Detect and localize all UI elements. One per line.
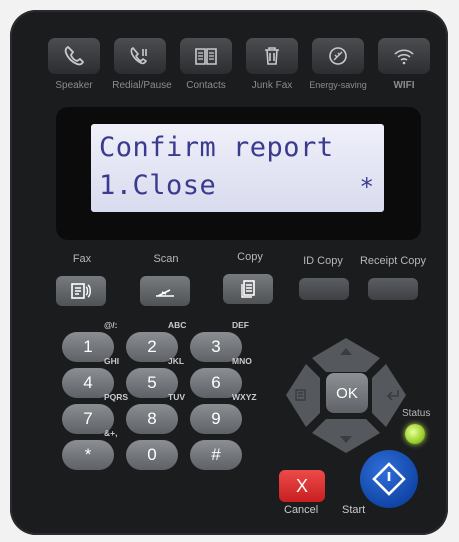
energy-saving-label: Energy-saving: [309, 80, 367, 90]
scan-button[interactable]: [140, 276, 190, 306]
lcd-indicator: *: [359, 173, 374, 201]
junk-fax-button[interactable]: [246, 38, 298, 74]
key-letters: PQRS: [104, 392, 129, 402]
leaf-icon: [329, 47, 347, 65]
fax-icon: [71, 283, 91, 299]
key-letters: ABC: [168, 320, 187, 330]
key-letters: JKL: [168, 356, 185, 366]
lcd-bezel: Confirm report 1.Close *: [56, 107, 421, 240]
key-9[interactable]: 9: [190, 404, 242, 434]
top-button-row: Speaker Redial/Pause Contacts Junk Fax E…: [48, 38, 438, 100]
scan-label: Scan: [153, 253, 179, 265]
redial-icon: [130, 47, 148, 65]
status-label: Status: [402, 408, 431, 419]
copy-button[interactable]: [223, 274, 273, 304]
contacts-label: Contacts: [186, 80, 226, 91]
speaker-label: Speaker: [55, 80, 93, 91]
receipt-copy-button[interactable]: [368, 278, 418, 300]
status-led-icon: [405, 424, 425, 444]
junk-fax-label: Junk Fax: [251, 80, 293, 91]
copy-icon: [241, 280, 255, 298]
key-letters: GHI: [104, 356, 120, 366]
id-copy-button[interactable]: [299, 278, 349, 300]
ok-button[interactable]: OK: [326, 373, 368, 413]
key-letters: @/:: [104, 320, 118, 330]
key-letters: DEF: [232, 320, 249, 330]
wifi-icon: [394, 49, 414, 65]
start-button[interactable]: [360, 450, 418, 508]
copy-label: Copy: [237, 251, 263, 263]
key-star[interactable]: *: [62, 440, 114, 470]
lcd-line-1: Confirm report: [99, 132, 334, 163]
redial-pause-label: Redial/Pause: [112, 80, 172, 91]
fax-button[interactable]: [56, 276, 106, 306]
id-copy-label: ID Copy: [303, 255, 343, 267]
key-letters: WXYZ: [232, 392, 257, 402]
energy-saving-button[interactable]: [312, 38, 364, 74]
key-letters: MNO: [232, 356, 252, 366]
cancel-button[interactable]: X: [279, 470, 325, 502]
trash-icon: [265, 47, 279, 65]
fax-label: Fax: [72, 253, 92, 265]
contacts-button[interactable]: [180, 38, 232, 74]
key-0[interactable]: 0: [126, 440, 178, 470]
start-diamond-icon: [372, 462, 406, 496]
key-hash[interactable]: #: [190, 440, 242, 470]
start-label: Start: [342, 504, 366, 516]
lcd-line-2: 1.Close: [99, 170, 217, 201]
wifi-label: WIFI: [393, 80, 415, 91]
cancel-label: Cancel: [284, 504, 319, 516]
speaker-button[interactable]: [48, 38, 100, 74]
scan-icon: [156, 289, 174, 297]
lcd-screen: Confirm report 1.Close *: [91, 124, 384, 212]
key-8[interactable]: 8: [126, 404, 178, 434]
phone-icon: [64, 45, 85, 66]
key-letters: &+,: [104, 428, 118, 438]
book-icon: [195, 48, 217, 65]
receipt-copy-label: Receipt Copy: [359, 255, 427, 267]
redial-pause-button[interactable]: [114, 38, 166, 74]
control-panel: Speaker Redial/Pause Contacts Junk Fax E…: [10, 10, 448, 535]
wifi-button[interactable]: [378, 38, 430, 74]
key-letters: TUV: [168, 392, 185, 402]
